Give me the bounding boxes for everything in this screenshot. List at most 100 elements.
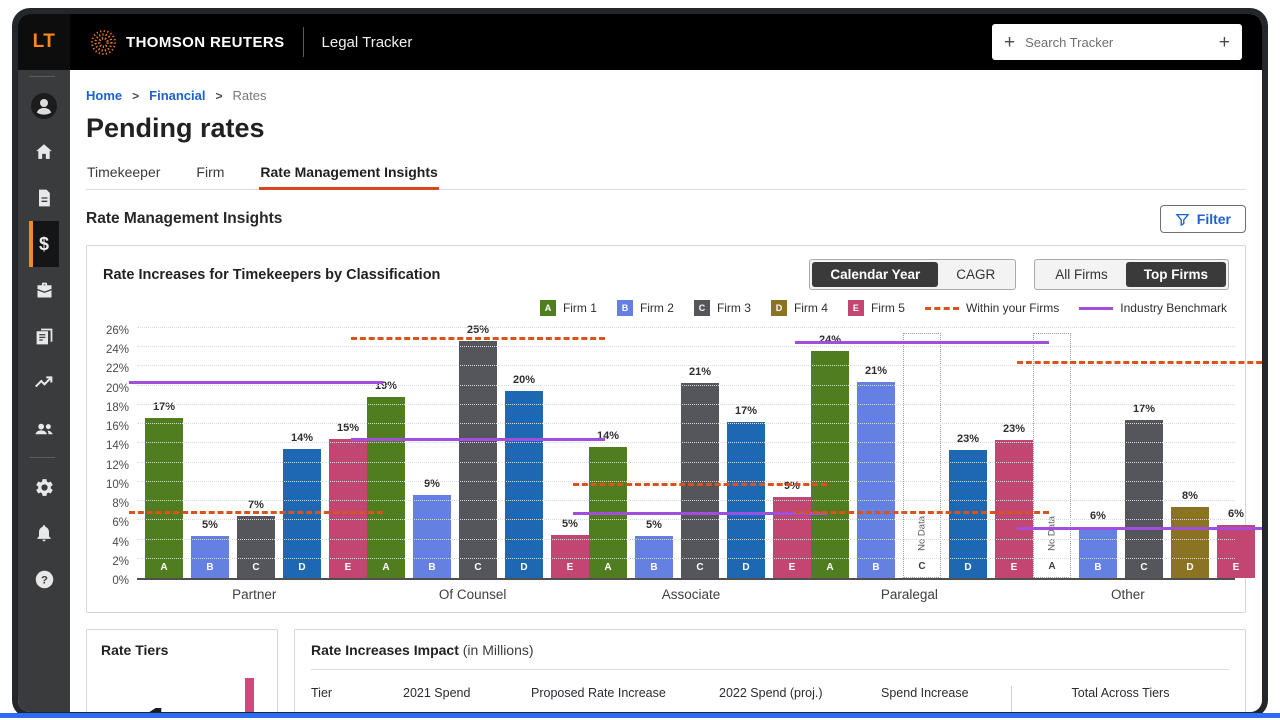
search-expand-icon[interactable]: + xyxy=(1219,33,1230,52)
industry-benchmark-line xyxy=(129,381,383,384)
sidebar-item-analytics[interactable] xyxy=(29,359,59,405)
legend-swatch-icon: A xyxy=(540,300,556,316)
bar-firm-letter: C xyxy=(459,562,497,573)
legend-within-your-firms: Within your Firms xyxy=(925,301,1059,315)
bar-firm-letter: D xyxy=(505,562,543,573)
legend-swatch-icon: E xyxy=(848,300,864,316)
legend-label: Firm 3 xyxy=(717,301,751,315)
sidebar-item-account[interactable] xyxy=(29,83,59,129)
toggle-option-all-firms[interactable]: All Firms xyxy=(1037,262,1126,287)
gridline xyxy=(137,365,1235,366)
y-axis: 0%2%4%6%8%10%12%14%16%18%20%22%24%26% xyxy=(91,330,137,580)
bar-firm-letter: C xyxy=(904,561,940,572)
bar-d: 23%D xyxy=(949,450,987,578)
trending-icon xyxy=(33,371,55,393)
gridline xyxy=(137,404,1235,405)
sidebar-item-financial[interactable]: $ xyxy=(29,221,59,267)
legend-label: Firm 1 xyxy=(563,301,597,315)
bar-value-label: 17% xyxy=(1115,403,1173,415)
sidebar-item-help[interactable]: ? xyxy=(29,556,59,602)
section-header-row: Rate Management Insights Filter xyxy=(86,205,1246,233)
help-icon: ? xyxy=(34,569,55,590)
bar-firm-letter: B xyxy=(413,562,451,573)
search-box[interactable]: + + xyxy=(992,24,1242,60)
legend-label: Firm 4 xyxy=(794,301,828,315)
toggle-option-cagr[interactable]: CAGR xyxy=(938,262,1013,287)
category-label-of-counsel: Of Counsel xyxy=(363,587,581,602)
filter-button[interactable]: Filter xyxy=(1160,205,1246,233)
svg-text:?: ? xyxy=(41,574,48,586)
bar-firm-letter: E xyxy=(329,562,367,573)
breadcrumb-chevron-icon: > xyxy=(216,89,223,103)
rail-divider xyxy=(29,457,55,458)
bar-firm-letter: B xyxy=(1079,562,1117,573)
impact-card-title: Rate Increases Impact (in Millions) xyxy=(311,642,1229,670)
legend-item-firm-5: EFirm 5 xyxy=(848,300,905,316)
tab-timekeeper[interactable]: Timekeeper xyxy=(86,158,161,189)
rate-tiers-title: Rate Tiers xyxy=(101,642,263,658)
bar-firm-letter: B xyxy=(191,562,229,573)
sidebar-item-documents[interactable] xyxy=(29,175,59,221)
no-data-label: No Data xyxy=(1047,516,1058,551)
sidebar-item-settings[interactable] xyxy=(29,464,59,510)
breadcrumb-home[interactable]: Home xyxy=(86,88,122,103)
y-axis-tick: 14% xyxy=(106,440,129,452)
people-icon xyxy=(33,417,56,440)
gridline xyxy=(137,481,1235,482)
toggle-option-calendar-year[interactable]: Calendar Year xyxy=(812,262,938,287)
home-icon xyxy=(33,141,55,163)
search-input[interactable] xyxy=(1025,35,1209,50)
sidebar-item-contacts[interactable] xyxy=(29,405,59,451)
gridline xyxy=(137,423,1235,424)
bar-group-other: No DataA6%B17%C8%D6%E xyxy=(1033,330,1255,578)
plot-area: 17%A5%B7%C14%D15%E19%A9%B25%C20%D5%E14%A… xyxy=(137,330,1235,580)
bell-icon xyxy=(34,523,54,543)
bar-group-of-counsel: 19%A9%B25%C20%D5%E xyxy=(367,330,589,578)
sidebar-item-matters[interactable] xyxy=(29,267,59,313)
bar-firm-letter: B xyxy=(857,562,895,573)
bar-a: 19%A xyxy=(367,397,405,578)
chart-title: Rate Increases for Timekeepers by Classi… xyxy=(103,267,440,283)
search-add-icon[interactable]: + xyxy=(1004,33,1015,52)
bar-b: 9%B xyxy=(413,495,451,578)
breadcrumb: Home>Financial>Rates xyxy=(86,88,1246,103)
bar-firm-letter: A xyxy=(1034,561,1070,572)
y-axis-tick: 0% xyxy=(112,575,129,587)
bar-group-associate: 14%A5%B21%C17%D9%E xyxy=(589,330,811,578)
y-axis-tick: 26% xyxy=(106,325,129,337)
bar-firm-letter: C xyxy=(1125,562,1163,573)
bar-c: 7%C xyxy=(237,516,275,579)
category-label-partner: Partner xyxy=(145,587,363,602)
impact-col-tier: Tier xyxy=(311,686,403,700)
sidebar-item-reports[interactable] xyxy=(29,313,59,359)
gridline xyxy=(137,346,1235,347)
chart-card-header: Rate Increases for Timekeepers by Classi… xyxy=(87,246,1245,296)
bar-firm-letter: C xyxy=(237,562,275,573)
breadcrumb-financial[interactable]: Financial xyxy=(149,88,205,103)
tier-mini-bar xyxy=(245,678,254,712)
legend-item-firm-2: BFirm 2 xyxy=(617,300,674,316)
bar-firm-letter: D xyxy=(727,562,765,573)
sidebar-item-home[interactable] xyxy=(29,129,59,175)
rate-increases-impact-card: Rate Increases Impact (in Millions) Tier… xyxy=(294,629,1246,712)
legend-item-firm-3: C Firm 3 xyxy=(694,300,751,316)
filter-funnel-icon xyxy=(1175,212,1190,227)
legend-item-firm-4: DFirm 4 xyxy=(771,300,828,316)
within-your-firms-line xyxy=(795,511,1049,514)
gridline xyxy=(137,327,1235,328)
product-name: Legal Tracker xyxy=(322,34,413,51)
page-content: Home>Financial>Rates Pending rates Timek… xyxy=(70,70,1262,712)
bar-c-no-data: No DataC xyxy=(903,333,941,578)
category-label-other: Other xyxy=(1019,587,1237,602)
toggle-option-top-firms[interactable]: Top Firms xyxy=(1126,262,1226,287)
y-axis-tick: 6% xyxy=(112,517,129,529)
industry-benchmark-line xyxy=(351,438,605,441)
sidebar-item-notifications[interactable] xyxy=(29,510,59,556)
tier-number: 1 xyxy=(145,704,169,712)
industry-benchmark-line xyxy=(573,512,827,515)
bar-firm-letter: D xyxy=(1171,562,1209,573)
legend-swatch-icon: C xyxy=(694,300,710,316)
y-axis-tick: 22% xyxy=(106,363,129,375)
tab-firm[interactable]: Firm xyxy=(195,158,225,189)
tab-rate-management-insights[interactable]: Rate Management Insights xyxy=(259,158,438,189)
